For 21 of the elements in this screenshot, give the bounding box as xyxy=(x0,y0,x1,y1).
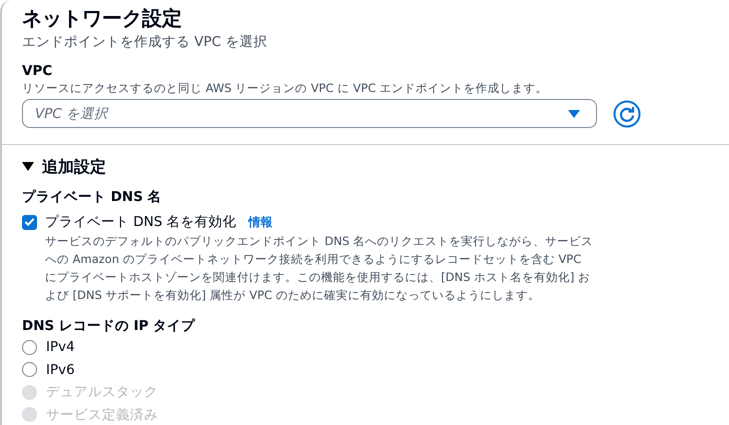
section-title: ネットワーク設定 xyxy=(22,5,183,32)
radio-label: デュアルスタック xyxy=(46,383,158,402)
radio-label: サービス定義済み xyxy=(46,406,158,424)
vpc-select[interactable]: VPC を選択 xyxy=(22,99,597,128)
field-heading: プライベート DNS 名 xyxy=(22,188,163,207)
field-label: VPC xyxy=(22,62,54,80)
radio-button[interactable] xyxy=(22,340,37,355)
caret-icon xyxy=(568,110,580,118)
refresh-icon[interactable] xyxy=(613,100,641,128)
info-link[interactable]: 情報 xyxy=(248,212,273,232)
checkbox-label: プライベート DNS 名を有効化 xyxy=(45,213,237,232)
expand-toggle[interactable]: 追加設定 xyxy=(22,155,709,179)
checkbox-description: サービスのデフォルトのパブリックエンドポイント DNS 名へのリクエストを実行しながら、サービス への Amazon のプライベートネットワーク接続を利用できるようにするレコードセットを含む VPC にプライベートホストゾーンを関連付けます。この機能を使用するには、[DNS ホスト名を有効化] お よび [DNS サポートを有効化] 属性が VPC のために確実に有効になっているようにします。 xyxy=(45,233,594,304)
radio-label: IPv6 xyxy=(46,362,75,378)
caret-icon xyxy=(22,162,34,172)
radio-label: IPv4 xyxy=(46,339,75,356)
field-heading: DNS レコードの IP タイプ xyxy=(22,317,196,336)
checkbox[interactable] xyxy=(22,214,37,230)
field-description: リソースにアクセスするのと同じ AWS リージョンの VPC に VPC エンドポイントを作成します。 xyxy=(22,80,549,96)
section-subtitle: エンドポイントを作成する VPC を選択 xyxy=(22,33,268,52)
radio-button[interactable] xyxy=(22,362,37,378)
